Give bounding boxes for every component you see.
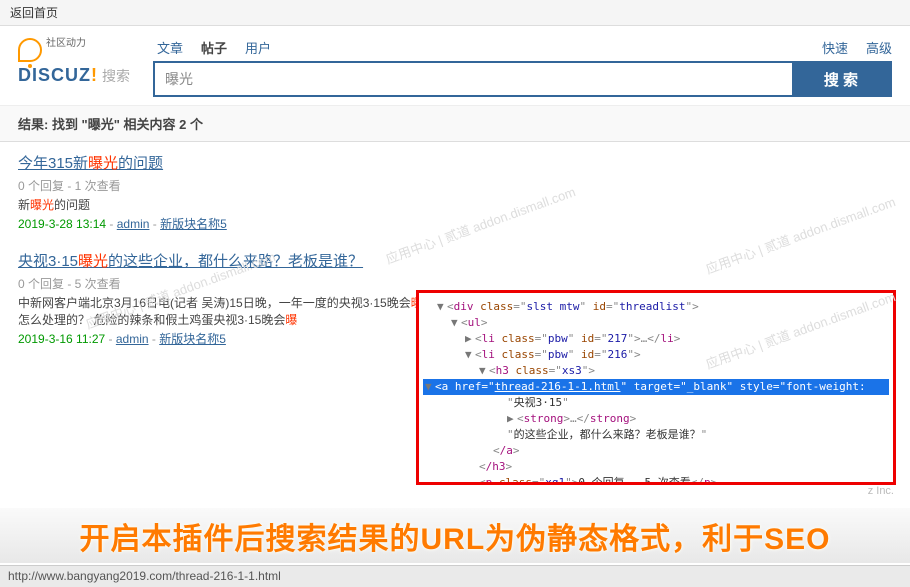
tab-article[interactable]: 文章 [157, 38, 183, 57]
tab-quick[interactable]: 快速 [822, 38, 848, 57]
logo-brand: DISCUZ! [18, 65, 98, 85]
result-title-link[interactable]: 今年315新曝光的问题 [18, 155, 163, 172]
tab-thread[interactable]: 帖子 [201, 38, 227, 57]
status-bar: http://www.bangyang2019.com/thread-216-1… [0, 565, 910, 587]
result-footer: 2019-3-28 13:14 - admin - 新版块名称5 [18, 215, 892, 232]
result-item: 今年315新曝光的问题 0 个回复 - 1 次查看 新曝光的问题 2019-3-… [18, 152, 892, 232]
author-link[interactable]: admin [117, 217, 150, 231]
tab-advanced[interactable]: 高级 [866, 38, 892, 57]
search-input[interactable] [155, 63, 792, 95]
back-home-link[interactable]: 返回首页 [10, 6, 58, 20]
logo-sub: 社区动力 [46, 38, 86, 50]
result-meta: 0 个回复 - 1 次查看 [18, 177, 892, 194]
promo-banner: 开启本插件后搜索结果的URL为伪静态格式，利于SEO [0, 508, 910, 563]
bulb-icon [18, 38, 42, 62]
devtools-panel: ▼<div class="slst mtw" id="threadlist"> … [416, 290, 896, 485]
forum-link[interactable]: 新版块名称5 [160, 217, 227, 231]
result-title-link[interactable]: 央视3·15曝光的这些企业，都什么来路？老板是谁？ [18, 253, 363, 270]
forum-link[interactable]: 新版块名称5 [159, 332, 226, 346]
devtools-selected-line[interactable]: ▼<a href="thread-216-1-1.html" target="_… [423, 379, 889, 395]
header: 社区动力 DISCUZ!搜索 文章 帖子 用户 快速高级 搜 索 [0, 26, 910, 105]
search-tabs: 文章 帖子 用户 快速高级 [153, 38, 892, 57]
result-snippet: 新曝光的问题 [18, 196, 892, 213]
logo-search-label: 搜索 [102, 68, 130, 84]
author-link[interactable]: admin [116, 332, 149, 346]
copyright-frag: z Inc. [868, 485, 894, 497]
tab-user[interactable]: 用户 [245, 38, 271, 57]
logo[interactable]: 社区动力 DISCUZ!搜索 [18, 38, 153, 86]
result-summary: 结果: 找到 "曝光" 相关内容 2 个 [0, 105, 910, 142]
search-button[interactable]: 搜 索 [792, 63, 890, 95]
